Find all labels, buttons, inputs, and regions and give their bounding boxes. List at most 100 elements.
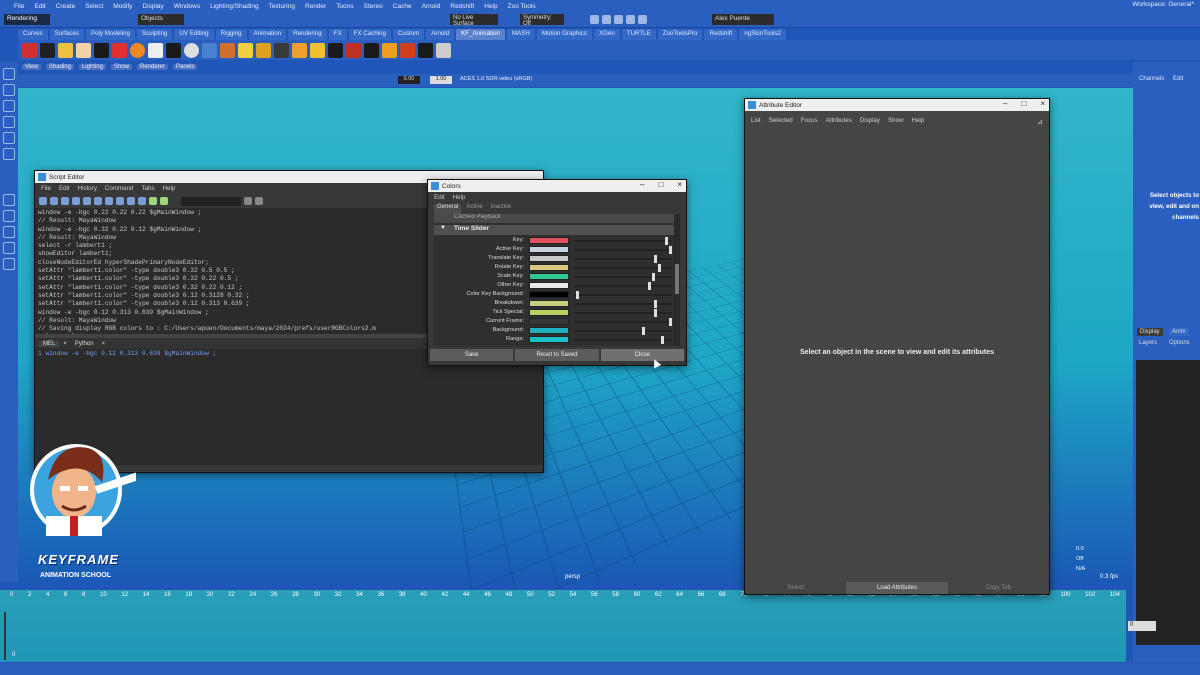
tab-active[interactable]: Active (463, 204, 485, 214)
color-swatch[interactable] (529, 318, 569, 325)
execute-icon[interactable] (160, 197, 168, 205)
anim-tab[interactable]: Anim (1169, 328, 1189, 336)
colors-list[interactable]: Cached Playback ▼ Time Slider Key: Active… (434, 214, 680, 346)
scale-tool-icon[interactable] (3, 148, 15, 160)
scrollbar-thumb[interactable] (675, 264, 679, 294)
menu-help[interactable]: Help (453, 194, 466, 201)
menu-create[interactable]: Create (56, 3, 76, 10)
shelf-tool-icon[interactable] (220, 42, 235, 58)
menu-arnold[interactable]: Arnold (422, 3, 441, 10)
layout-two-icon[interactable] (3, 226, 15, 238)
script-input-text[interactable]: window -e -bgc 0.12 0.313 0.639 $gMainWi… (45, 350, 216, 357)
current-frame-marker[interactable] (4, 612, 6, 660)
gamma-field[interactable]: 1.00 (430, 76, 452, 84)
layers-menu[interactable]: Layers (1139, 340, 1157, 346)
select-button[interactable]: Select (745, 582, 847, 594)
scrollbar[interactable] (674, 214, 680, 346)
shelf-tool-icon[interactable] (274, 42, 289, 58)
color-slider-track[interactable] (574, 240, 672, 242)
menu-edit[interactable]: Edit (34, 3, 45, 10)
select-tool-icon[interactable] (3, 68, 15, 80)
shelf-tab-sculpting[interactable]: Sculpting (136, 29, 173, 40)
shelf-tool-icon[interactable] (328, 42, 343, 58)
shelf-tool-icon[interactable] (94, 42, 109, 58)
shelf-tool-icon[interactable] (292, 42, 307, 58)
shelf-tab-rigging[interactable]: Rigging (215, 29, 247, 40)
shelf-tool-icon[interactable] (166, 42, 181, 58)
menu-select[interactable]: Select (85, 3, 103, 10)
close-icon[interactable]: × (1040, 99, 1045, 108)
shelf-tool-icon[interactable] (148, 42, 163, 58)
color-slider-knob[interactable] (654, 255, 657, 263)
shelf-tool-icon[interactable] (112, 42, 127, 58)
shelf-tab-kf-animation[interactable]: KF_Animation (456, 29, 506, 40)
move-tool-icon[interactable] (3, 116, 15, 128)
minimize-icon[interactable]: – (640, 180, 644, 189)
color-slider-knob[interactable] (658, 264, 661, 272)
shelf-tab-curves[interactable]: Curves (18, 29, 48, 40)
ipr-icon[interactable] (602, 15, 611, 24)
color-slider-knob[interactable] (576, 291, 579, 299)
tab-inactive[interactable]: Inactive (488, 204, 515, 214)
shelf-tool-icon[interactable] (184, 42, 199, 58)
show-history-icon[interactable] (105, 197, 113, 205)
shelf-tab-zootoolspro[interactable]: ZooToolsPro (657, 29, 703, 40)
shelf-tool-icon[interactable] (256, 42, 271, 58)
colorspace-label[interactable]: ACES 1.0 SDR-video (sRGB) (460, 76, 532, 82)
menu-help[interactable]: Help (484, 3, 497, 10)
menu-tabs[interactable]: Tabs (141, 185, 154, 192)
channels-tab[interactable]: Channels (1139, 76, 1164, 82)
maximize-icon[interactable]: □ (658, 180, 663, 189)
shelf-tool-icon[interactable] (346, 42, 361, 58)
shelf-tool-icon[interactable] (310, 42, 325, 58)
panel-menu-panels[interactable]: Panels (173, 64, 198, 70)
menu-selected[interactable]: Selected (769, 117, 793, 124)
color-swatch[interactable] (529, 291, 569, 298)
color-slider-knob[interactable] (654, 309, 657, 317)
menu-windows[interactable]: Windows (174, 3, 200, 10)
color-slider-knob[interactable] (648, 282, 651, 290)
menu-attributes[interactable]: Attributes (826, 117, 852, 124)
close-icon[interactable]: × (63, 341, 67, 347)
panel-menu-renderer[interactable]: Renderer (136, 64, 168, 70)
layout-single-icon[interactable] (3, 194, 15, 206)
show-both-icon[interactable] (127, 197, 135, 205)
color-swatch[interactable] (529, 273, 569, 280)
tab-mel[interactable]: MEL (39, 340, 60, 347)
color-slider-track[interactable] (574, 285, 672, 287)
menu-redshift[interactable]: Redshift (450, 3, 474, 10)
pin-icon[interactable]: ⊿ (1037, 118, 1043, 126)
menu-command[interactable]: Command (105, 185, 134, 192)
close-icon[interactable]: × (677, 180, 682, 189)
workspace-label[interactable]: Workspace: General* (1132, 1, 1194, 8)
shelf-tab-uv-editing[interactable]: UV Editing (174, 29, 214, 40)
color-swatch[interactable] (529, 246, 569, 253)
shelf-tab-rendering[interactable]: Rendering (288, 29, 327, 40)
current-frame-field[interactable]: 0 (1128, 621, 1156, 631)
menu-render[interactable]: Render (305, 3, 326, 10)
color-slider-knob[interactable] (654, 300, 657, 308)
color-swatch[interactable] (529, 264, 569, 271)
color-slider-knob[interactable] (669, 246, 672, 254)
menu-history[interactable]: History (78, 185, 97, 192)
shelf-tool-icon[interactable] (436, 42, 451, 58)
color-slider-knob[interactable] (661, 336, 664, 344)
copy-tab-button[interactable]: Copy Tab (947, 582, 1049, 594)
section-time-slider[interactable]: ▼ Time Slider (434, 225, 678, 235)
exposure-field[interactable]: 0.00 (398, 76, 420, 84)
echo-commands-icon[interactable] (138, 197, 146, 205)
save-script-icon[interactable] (61, 197, 69, 205)
clear-input-icon[interactable] (83, 197, 91, 205)
maximize-icon[interactable]: □ (1021, 99, 1026, 108)
minimize-icon[interactable]: – (1003, 99, 1007, 108)
rotate-tool-icon[interactable] (3, 132, 15, 144)
close-icon[interactable]: × (102, 341, 106, 347)
display-tab[interactable]: Display (1137, 328, 1163, 336)
shelf-tab-poly-modeling[interactable]: Poly Modeling (86, 29, 135, 40)
edit-tab[interactable]: Edit (1173, 76, 1183, 82)
shelf-tab-custom[interactable]: Custom (392, 29, 425, 40)
save-button[interactable]: Save (430, 349, 514, 361)
find-previous-icon[interactable] (244, 197, 252, 205)
shelf-tab-motion-graphics[interactable]: Motion Graphics (536, 29, 592, 40)
tab-python[interactable]: Python (71, 341, 98, 347)
